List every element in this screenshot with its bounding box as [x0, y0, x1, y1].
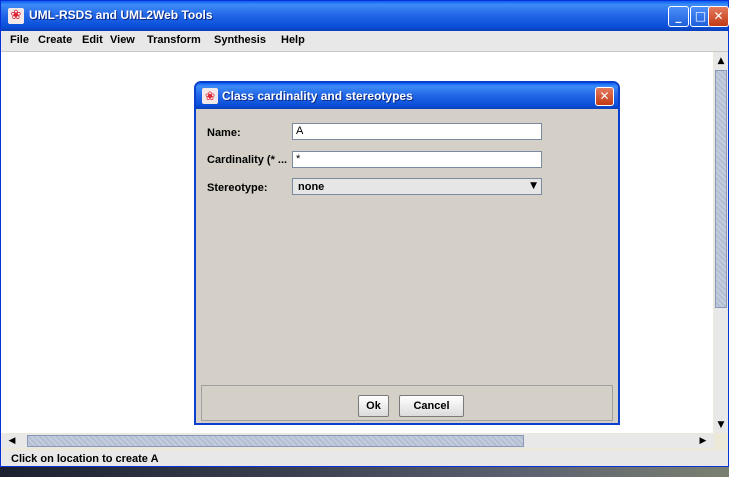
cancel-button[interactable]: Cancel [399, 395, 464, 417]
app-icon: ❀ [8, 8, 24, 24]
chevron-down-icon[interactable]: ▼ [530, 181, 537, 191]
stereotype-value: none [298, 181, 325, 193]
status-text: Click on location to create A [11, 453, 159, 465]
minimize-button[interactable]: _ [668, 6, 689, 27]
dialog-title: Class cardinality and stereotypes [222, 89, 413, 103]
scroll-right-icon[interactable]: ▶ [697, 434, 709, 448]
dialog-close-button[interactable]: ✕ [595, 87, 614, 106]
cardinality-input[interactable]: * [292, 151, 542, 168]
stereotype-select[interactable]: none ▼ [292, 178, 542, 195]
menu-file[interactable]: File [10, 34, 29, 46]
cardinality-label: Cardinality (* ... [207, 154, 288, 166]
name-input[interactable]: A [292, 123, 542, 140]
vertical-scrollbar[interactable]: ▲ ▼ [714, 52, 728, 433]
ok-button[interactable]: Ok [358, 395, 389, 417]
menu-bar: File Create Edit View Transform Synthesi… [1, 31, 728, 52]
window-title: UML-RSDS and UML2Web Tools [29, 8, 213, 22]
horizontal-scroll-thumb[interactable] [27, 435, 524, 447]
close-button[interactable]: ✕ [708, 6, 729, 27]
desktop-strip [0, 467, 729, 477]
scroll-left-icon[interactable]: ◀ [6, 434, 18, 448]
stereotype-label: Stereotype: [207, 182, 268, 194]
menu-synthesis[interactable]: Synthesis [214, 34, 266, 46]
menu-create[interactable]: Create [38, 34, 72, 46]
dialog-title-bar[interactable]: ❀ Class cardinality and stereotypes ✕ [196, 83, 618, 109]
dialog-app-icon: ❀ [202, 88, 218, 104]
title-bar[interactable]: ❀ UML-RSDS and UML2Web Tools _ □ ✕ [1, 1, 729, 31]
menu-view[interactable]: View [110, 34, 135, 46]
scroll-up-icon[interactable]: ▲ [715, 54, 727, 68]
menu-edit[interactable]: Edit [82, 34, 103, 46]
name-label: Name: [207, 127, 241, 139]
horizontal-scrollbar[interactable]: ◀ ▶ [1, 434, 714, 448]
menu-help[interactable]: Help [281, 34, 305, 46]
button-panel: Ok Cancel [201, 385, 613, 421]
status-bar: Click on location to create A [1, 450, 728, 466]
scroll-down-icon[interactable]: ▼ [715, 418, 727, 432]
class-dialog: ❀ Class cardinality and stereotypes ✕ Na… [194, 81, 620, 425]
menu-transform[interactable]: Transform [147, 34, 201, 46]
vertical-scroll-thumb[interactable] [715, 70, 727, 308]
